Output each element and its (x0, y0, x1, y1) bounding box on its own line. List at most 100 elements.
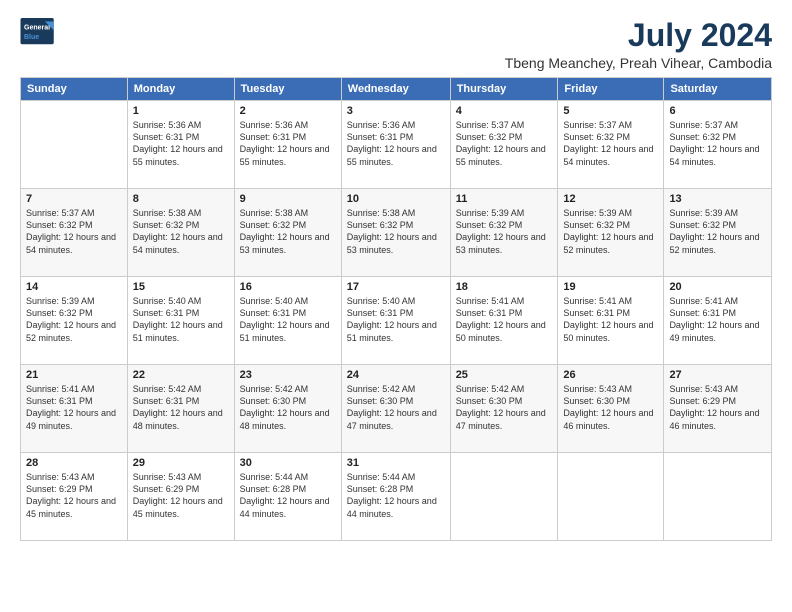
day-number: 22 (133, 369, 229, 381)
day-number: 2 (240, 105, 336, 117)
table-row: 2Sunrise: 5:36 AMSunset: 6:31 PMDaylight… (234, 101, 341, 189)
logo: General Blue (20, 18, 56, 46)
day-info: Sunrise: 5:44 AMSunset: 6:28 PMDaylight:… (240, 471, 336, 520)
day-number: 11 (456, 193, 553, 205)
table-row: 30 Sunrise: 5:44 AMSunset: 6:28 PMDayligh… (234, 453, 341, 541)
day-info: Sunrise: 5:41 AMSunset: 6:31 PMDaylight:… (669, 295, 766, 344)
day-info: Sunrise: 5:39 AMSunset: 6:32 PMDaylight:… (456, 207, 553, 256)
table-row: 24Sunrise: 5:42 AMSunset: 6:30 PMDayligh… (341, 365, 450, 453)
location-title: Tbeng Meanchey, Preah Vihear, Cambodia (505, 55, 772, 71)
header-saturday: Saturday (664, 78, 772, 101)
calendar-week-row: 21 Sunrise: 5:41 AMSunset: 6:31 PMDayligh… (21, 365, 772, 453)
day-info: Sunrise: 5:39 AMSunset: 6:32 PMDaylight:… (563, 207, 658, 256)
day-info: Sunrise: 5:40 AMSunset: 6:31 PMDaylight:… (133, 295, 229, 344)
day-info: Sunrise: 5:43 AMSunset: 6:30 PMDaylight:… (563, 383, 658, 432)
day-number: 10 (347, 193, 445, 205)
calendar-week-row: 1 Sunrise: 5:36 AMSunset: 6:31 PMDaylight… (21, 101, 772, 189)
day-number: 5 (563, 105, 658, 117)
table-row (558, 453, 664, 541)
day-info: Sunrise: 5:42 AMSunset: 6:30 PMDaylight:… (456, 383, 553, 432)
day-info: Sunrise: 5:37 AMSunset: 6:32 PMDaylight:… (456, 119, 553, 168)
day-info: Sunrise: 5:39 AMSunset: 6:32 PMDaylight:… (26, 295, 122, 344)
table-row: 19 Sunrise: 5:41 AMSunset: 6:31 PMDayligh… (558, 277, 664, 365)
day-info: Sunrise: 5:41 AMSunset: 6:31 PMDaylight:… (563, 295, 658, 344)
header-sunday: Sunday (21, 78, 128, 101)
day-number: 28 (26, 457, 122, 469)
day-number: 24 (347, 369, 445, 381)
day-info: Sunrise: 5:37 AMSunset: 6:32 PMDaylight:… (669, 119, 766, 168)
day-info: Sunrise: 5:44 AMSunset: 6:28 PMDaylight:… (347, 471, 445, 520)
day-info: Sunrise: 5:40 AMSunset: 6:31 PMDaylight:… (240, 295, 336, 344)
day-number: 30 (240, 457, 336, 469)
day-number: 9 (240, 193, 336, 205)
weekday-header-row: Sunday Monday Tuesday Wednesday Thursday… (21, 78, 772, 101)
day-number: 15 (133, 281, 229, 293)
table-row: 13Sunrise: 5:39 AMSunset: 6:32 PMDayligh… (664, 189, 772, 277)
day-number: 13 (669, 193, 766, 205)
day-number: 8 (133, 193, 229, 205)
table-row: 31 Sunrise: 5:44 AMSunset: 6:28 PMDayligh… (341, 453, 450, 541)
day-number: 26 (563, 369, 658, 381)
header: General Blue July 2024 Tbeng Meanchey, P… (20, 18, 772, 71)
table-row: 27 Sunrise: 5:43 AMSunset: 6:29 PMDayligh… (664, 365, 772, 453)
table-row: 8 Sunrise: 5:38 AMSunset: 6:32 PMDaylight… (127, 189, 234, 277)
table-row: 4 Sunrise: 5:37 AMSunset: 6:32 PMDaylight… (450, 101, 558, 189)
day-number: 18 (456, 281, 553, 293)
day-info: Sunrise: 5:37 AMSunset: 6:32 PMDaylight:… (563, 119, 658, 168)
calendar-table: Sunday Monday Tuesday Wednesday Thursday… (20, 77, 772, 541)
table-row: 9Sunrise: 5:38 AMSunset: 6:32 PMDaylight… (234, 189, 341, 277)
header-monday: Monday (127, 78, 234, 101)
table-row: 22 Sunrise: 5:42 AMSunset: 6:31 PMDayligh… (127, 365, 234, 453)
table-row (21, 101, 128, 189)
table-row: 26 Sunrise: 5:43 AMSunset: 6:30 PMDayligh… (558, 365, 664, 453)
day-info: Sunrise: 5:36 AMSunset: 6:31 PMDaylight:… (347, 119, 445, 168)
table-row: 29Sunrise: 5:43 AMSunset: 6:29 PMDayligh… (127, 453, 234, 541)
table-row: 23Sunrise: 5:42 AMSunset: 6:30 PMDayligh… (234, 365, 341, 453)
logo-icon: General Blue (20, 18, 56, 46)
table-row: 6Sunrise: 5:37 AMSunset: 6:32 PMDaylight… (664, 101, 772, 189)
day-number: 21 (26, 369, 122, 381)
day-number: 31 (347, 457, 445, 469)
table-row: 21 Sunrise: 5:41 AMSunset: 6:31 PMDayligh… (21, 365, 128, 453)
day-number: 29 (133, 457, 229, 469)
table-row: 5 Sunrise: 5:37 AMSunset: 6:32 PMDaylight… (558, 101, 664, 189)
table-row: 7Sunrise: 5:37 AMSunset: 6:32 PMDaylight… (21, 189, 128, 277)
table-row: 20 Sunrise: 5:41 AMSunset: 6:31 PMDayligh… (664, 277, 772, 365)
day-info: Sunrise: 5:38 AMSunset: 6:32 PMDaylight:… (133, 207, 229, 256)
day-number: 19 (563, 281, 658, 293)
day-info: Sunrise: 5:43 AMSunset: 6:29 PMDaylight:… (26, 471, 122, 520)
table-row (450, 453, 558, 541)
table-row: 11 Sunrise: 5:39 AMSunset: 6:32 PMDayligh… (450, 189, 558, 277)
header-friday: Friday (558, 78, 664, 101)
table-row: 25 Sunrise: 5:42 AMSunset: 6:30 PMDayligh… (450, 365, 558, 453)
day-info: Sunrise: 5:41 AMSunset: 6:31 PMDaylight:… (26, 383, 122, 432)
table-row (664, 453, 772, 541)
day-info: Sunrise: 5:42 AMSunset: 6:30 PMDaylight:… (240, 383, 336, 432)
title-area: July 2024 Tbeng Meanchey, Preah Vihear, … (505, 18, 772, 71)
table-row: 16Sunrise: 5:40 AMSunset: 6:31 PMDayligh… (234, 277, 341, 365)
day-number: 20 (669, 281, 766, 293)
day-number: 12 (563, 193, 658, 205)
svg-text:Blue: Blue (24, 34, 39, 41)
day-info: Sunrise: 5:43 AMSunset: 6:29 PMDaylight:… (669, 383, 766, 432)
header-wednesday: Wednesday (341, 78, 450, 101)
day-info: Sunrise: 5:42 AMSunset: 6:31 PMDaylight:… (133, 383, 229, 432)
day-info: Sunrise: 5:38 AMSunset: 6:32 PMDaylight:… (347, 207, 445, 256)
svg-text:General: General (24, 24, 50, 31)
table-row: 28 Sunrise: 5:43 AMSunset: 6:29 PMDayligh… (21, 453, 128, 541)
day-info: Sunrise: 5:41 AMSunset: 6:31 PMDaylight:… (456, 295, 553, 344)
day-number: 27 (669, 369, 766, 381)
header-thursday: Thursday (450, 78, 558, 101)
day-info: Sunrise: 5:36 AMSunset: 6:31 PMDaylight:… (133, 119, 229, 168)
table-row: 12 Sunrise: 5:39 AMSunset: 6:32 PMDayligh… (558, 189, 664, 277)
table-row: 3 Sunrise: 5:36 AMSunset: 6:31 PMDaylight… (341, 101, 450, 189)
table-row: 14Sunrise: 5:39 AMSunset: 6:32 PMDayligh… (21, 277, 128, 365)
day-info: Sunrise: 5:40 AMSunset: 6:31 PMDaylight:… (347, 295, 445, 344)
day-number: 1 (133, 105, 229, 117)
day-number: 4 (456, 105, 553, 117)
day-number: 3 (347, 105, 445, 117)
table-row: 1 Sunrise: 5:36 AMSunset: 6:31 PMDaylight… (127, 101, 234, 189)
calendar-week-row: 28 Sunrise: 5:43 AMSunset: 6:29 PMDayligh… (21, 453, 772, 541)
table-row: 15 Sunrise: 5:40 AMSunset: 6:31 PMDayligh… (127, 277, 234, 365)
day-number: 25 (456, 369, 553, 381)
